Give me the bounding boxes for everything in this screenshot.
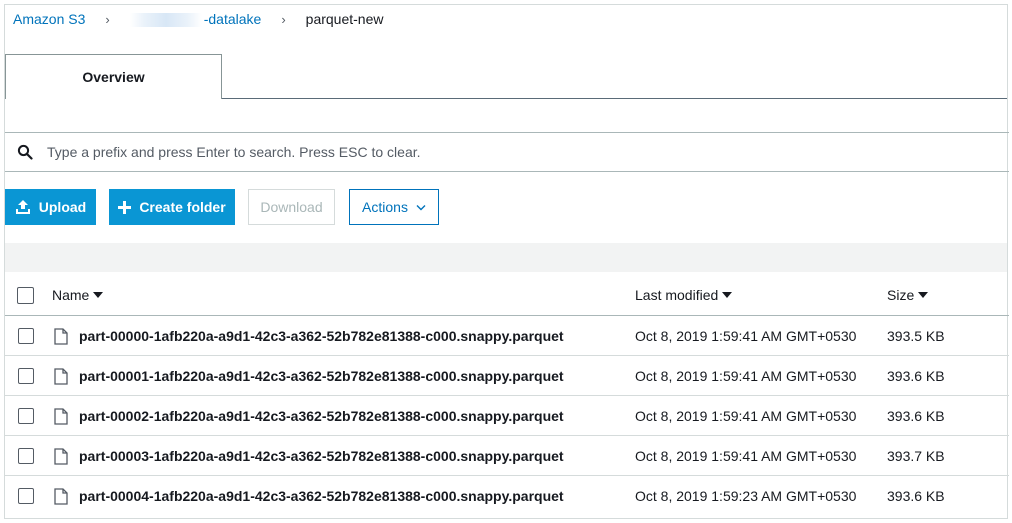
table-row: part-00002-1afb220a-a9d1-42c3-a362-52b78… (5, 396, 1009, 436)
last-modified-cell: Oct 8, 2019 1:59:23 AM GMT+0530 (635, 488, 857, 504)
objects-table: Name Last modified Size part-00000-1afb2… (5, 275, 1009, 516)
table-row: part-00000-1afb220a-a9d1-42c3-a362-52b78… (5, 316, 1009, 356)
row-checkbox[interactable] (18, 488, 34, 504)
column-header-last-modified[interactable]: Last modified (635, 275, 733, 315)
upload-icon (15, 199, 31, 215)
sort-caret-icon (93, 292, 104, 298)
breadcrumb: Amazon S3 › -datalake › parquet-new (5, 5, 1007, 33)
file-name-link[interactable]: part-00002-1afb220a-a9d1-42c3-a362-52b78… (79, 396, 564, 435)
table-row: part-00004-1afb220a-a9d1-42c3-a362-52b78… (5, 476, 1009, 516)
row-checkbox[interactable] (18, 328, 34, 344)
last-modified-cell: Oct 8, 2019 1:59:41 AM GMT+0530 (635, 367, 857, 384)
row-checkbox[interactable] (18, 448, 34, 464)
table-toolbar-spacer (5, 243, 1007, 272)
file-icon (54, 488, 68, 508)
size-cell: 393.5 KB (887, 327, 945, 344)
column-header-name[interactable]: Name (52, 275, 104, 315)
table-row: part-00003-1afb220a-a9d1-42c3-a362-52b78… (5, 436, 1009, 476)
breadcrumb-amazon-s3[interactable]: Amazon S3 (13, 11, 85, 27)
file-icon (54, 448, 68, 468)
size-cell: 393.6 KB (887, 488, 945, 504)
plus-icon (118, 200, 132, 214)
breadcrumb-bucket-label: -datalake (203, 10, 262, 27)
file-icon (54, 328, 68, 348)
search-bar (5, 132, 1009, 172)
download-button-label: Download (260, 199, 323, 215)
row-checkbox[interactable] (18, 368, 34, 384)
tab-overview[interactable]: Overview (5, 54, 222, 100)
sort-caret-icon (918, 292, 929, 298)
s3-console-panel: Amazon S3 › -datalake › parquet-new Over… (4, 4, 1009, 519)
search-icon (5, 144, 45, 160)
file-icon (54, 408, 68, 428)
sort-caret-icon (722, 292, 733, 298)
breadcrumb-bucket[interactable]: -datalake (129, 10, 262, 28)
chevron-down-icon (416, 204, 426, 211)
last-modified-cell: Oct 8, 2019 1:59:41 AM GMT+0530 (635, 407, 857, 424)
size-cell: 393.7 KB (887, 447, 945, 464)
column-header-size[interactable]: Size (887, 275, 929, 315)
file-name-link[interactable]: part-00000-1afb220a-a9d1-42c3-a362-52b78… (79, 316, 564, 355)
breadcrumb-separator: › (105, 11, 110, 27)
last-modified-cell: Oct 8, 2019 1:59:41 AM GMT+0530 (635, 327, 857, 344)
row-checkbox[interactable] (18, 408, 34, 424)
search-input[interactable] (45, 134, 1009, 170)
create-folder-button-label: Create folder (139, 199, 226, 215)
download-button[interactable]: Download (248, 189, 335, 225)
last-modified-cell: Oct 8, 2019 1:59:41 AM GMT+0530 (635, 447, 857, 464)
file-name-link[interactable]: part-00003-1afb220a-a9d1-42c3-a362-52b78… (79, 436, 564, 475)
toolbar: Upload Create folder Download Actions (5, 189, 1007, 225)
upload-button[interactable]: Upload (5, 189, 96, 225)
file-icon (54, 368, 68, 388)
column-header-size-label: Size (887, 287, 915, 303)
column-header-last-modified-label: Last modified (635, 287, 719, 303)
table-row: part-00001-1afb220a-a9d1-42c3-a362-52b78… (5, 356, 1009, 396)
upload-button-label: Upload (38, 199, 87, 215)
size-cell: 393.6 KB (887, 367, 945, 384)
file-name-link[interactable]: part-00004-1afb220a-a9d1-42c3-a362-52b78… (79, 476, 564, 516)
column-header-name-label: Name (52, 287, 90, 303)
breadcrumb-separator: › (281, 11, 286, 27)
select-all-checkbox[interactable] (17, 287, 34, 304)
actions-dropdown-button[interactable]: Actions (349, 189, 439, 225)
table-header-row: Name Last modified Size (5, 275, 1009, 316)
size-cell: 393.6 KB (887, 407, 945, 424)
tab-overview-label: Overview (82, 69, 145, 85)
actions-button-label: Actions (362, 199, 408, 215)
file-name-link[interactable]: part-00001-1afb220a-a9d1-42c3-a362-52b78… (79, 356, 564, 395)
redacted-bucket-prefix (129, 13, 202, 28)
breadcrumb-current-folder: parquet-new (305, 11, 384, 27)
tab-bar: Overview (5, 54, 1007, 100)
create-folder-button[interactable]: Create folder (109, 189, 235, 225)
